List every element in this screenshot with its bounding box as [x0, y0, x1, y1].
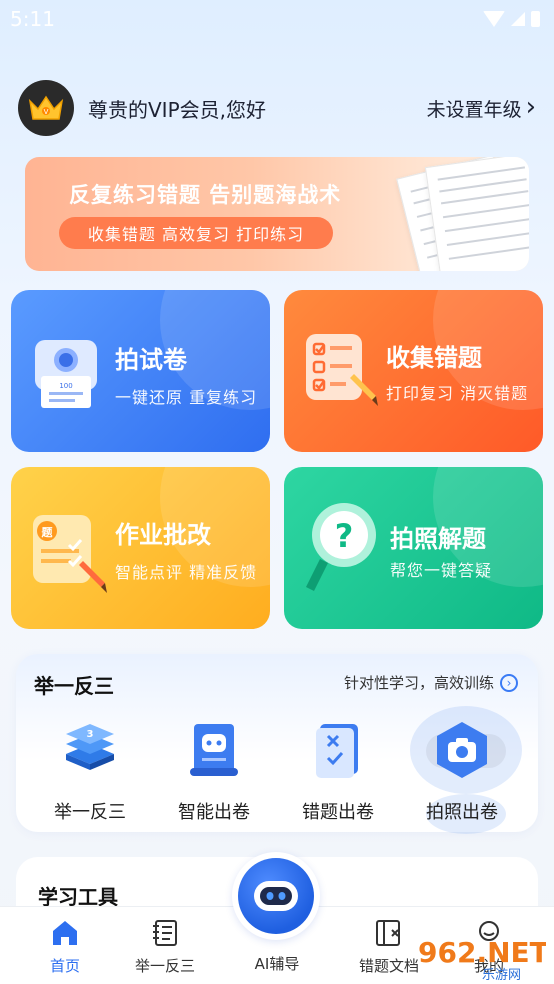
- practice-item-label: 错题出卷: [302, 802, 374, 823]
- svg-text:题: 题: [42, 526, 54, 539]
- practice-item[interactable]: 错题出卷: [278, 720, 398, 824]
- crown-icon: V: [28, 95, 64, 120]
- card-collect-mistakes[interactable]: 收集错题 打印复习 消灭错题: [284, 290, 543, 452]
- grade-label: 未设置年级: [426, 98, 522, 121]
- book-x-icon: [376, 920, 400, 946]
- card-title: 拍试卷: [115, 346, 187, 374]
- card-subtitle: 一键还原 重复练习: [115, 388, 258, 407]
- promo-banner[interactable]: 反复练习错题 告别题海战术 收集错题 高效复习 打印练习: [25, 157, 529, 271]
- stack-3-icon: 3: [66, 724, 114, 770]
- list-doc-icon: [153, 920, 177, 946]
- checklist-pencil-icon: [306, 334, 378, 406]
- tab-practice[interactable]: 举一反三: [110, 917, 220, 976]
- practice-item[interactable]: 拍照出卷: [402, 720, 522, 824]
- card-subtitle: 打印复习 消灭错题: [386, 384, 529, 403]
- ai-tutor-inner: [238, 858, 314, 934]
- practice-item-label: 智能出卷: [178, 802, 250, 823]
- practice-item-label: 拍照出卷: [426, 802, 498, 823]
- card-photo-paper[interactable]: 100 拍试卷 一键还原 重复练习: [11, 290, 270, 452]
- card-subtitle: 智能点评 精准反馈: [115, 563, 258, 582]
- practice-item[interactable]: 3 举一反三: [30, 720, 150, 824]
- svg-text:V: V: [44, 108, 49, 116]
- chevron-right-icon: ›: [525, 91, 536, 122]
- card-subtitle: 帮您一键答疑: [390, 561, 493, 580]
- tab-label: 首页: [49, 957, 80, 975]
- watermark-brand: 962.NET: [418, 936, 546, 969]
- vip-greeting: 尊贵的VIP会员,您好: [88, 97, 266, 122]
- practice-section: 举一反三 针对性学习，高效训练 › 3 举一反三 智能出卷 错题出卷 拍照出卷: [16, 654, 538, 834]
- signal-icon: [511, 12, 525, 26]
- ai-tutor-button[interactable]: [232, 852, 320, 940]
- section-link[interactable]: 针对性学习，高效训练 ›: [344, 672, 518, 693]
- robot-scroll-icon: [190, 724, 238, 776]
- status-bar: 5:11: [0, 0, 554, 38]
- tab-label: AI辅导: [254, 955, 300, 973]
- tab-home[interactable]: 首页: [10, 917, 120, 976]
- tab-label: 举一反三: [134, 957, 195, 975]
- card-homework-grading[interactable]: 题 作业批改 智能点评 精准反馈: [11, 467, 270, 629]
- tab-ai[interactable]: AI辅导: [222, 947, 332, 974]
- grading-icon: 题: [33, 515, 107, 593]
- practice-item-label: 举一反三: [54, 802, 126, 823]
- paper-illustration: [424, 157, 529, 271]
- header: V 尊贵的VIP会员,您好 未设置年级 ›: [18, 80, 536, 136]
- banner-title: 反复练习错题 告别题海战术: [69, 183, 342, 207]
- card-title: 作业批改: [115, 521, 211, 549]
- watermark-sub: 乐游网: [482, 968, 521, 982]
- wifi-icon: [483, 11, 505, 27]
- ai-robot-icon: [254, 881, 298, 911]
- wrong-question-paper-icon: [316, 724, 358, 778]
- chevron-circle-icon: ›: [500, 673, 518, 692]
- battery-icon: [531, 11, 540, 27]
- card-photo-solve[interactable]: ? 拍照解题 帮您一键答疑: [284, 467, 543, 629]
- svg-text:3: 3: [87, 729, 94, 740]
- photo-paper-icon: 100: [35, 340, 97, 408]
- camera-hex-icon: [437, 722, 487, 778]
- status-icons: [483, 11, 540, 27]
- site-watermark: 962.NET 乐游网: [418, 936, 546, 982]
- status-time: 5:11: [10, 7, 55, 31]
- svg-text:?: ?: [335, 517, 354, 555]
- home-icon: [53, 921, 77, 945]
- card-title: 拍照解题: [390, 525, 486, 553]
- svg-text:100: 100: [59, 382, 72, 390]
- card-title: 收集错题: [386, 344, 482, 372]
- grade-selector[interactable]: 未设置年级 ›: [426, 91, 536, 122]
- section-link-label: 针对性学习，高效训练: [343, 674, 494, 692]
- practice-item[interactable]: 智能出卷: [154, 720, 274, 824]
- banner-pill: 收集错题 高效复习 打印练习: [59, 217, 333, 249]
- vip-avatar[interactable]: V: [18, 80, 74, 136]
- question-magnifier-icon: ?: [306, 503, 376, 591]
- section-title: 举一反三: [34, 674, 114, 698]
